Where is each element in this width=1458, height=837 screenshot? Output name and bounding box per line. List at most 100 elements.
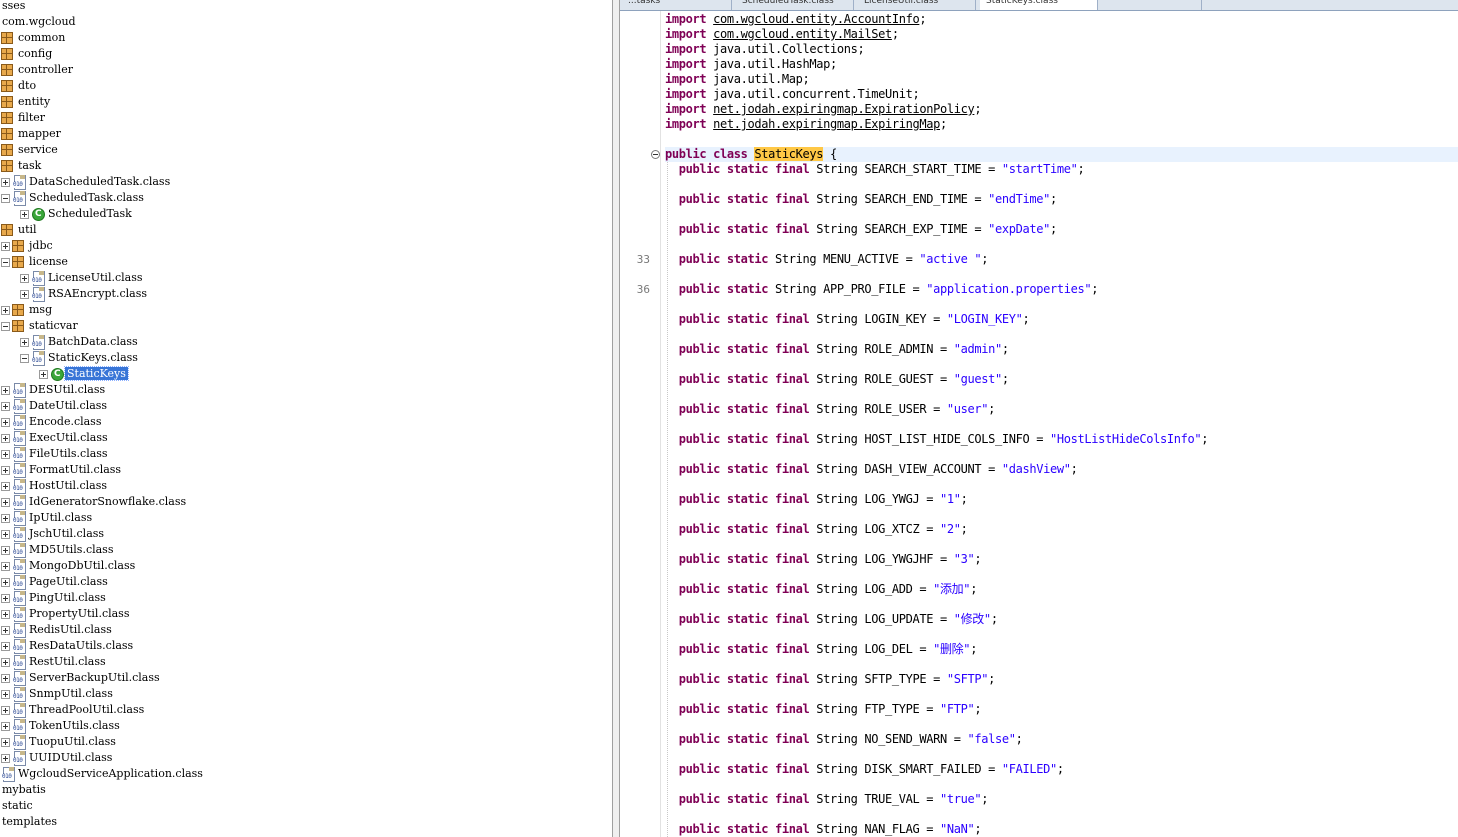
- code-line[interactable]: public static final String ROLE_ADMIN = …: [665, 342, 1458, 357]
- tree-row[interactable]: service: [0, 142, 60, 158]
- tree-row[interactable]: 010 UUIDUtil.class: [0, 750, 114, 766]
- blank-line[interactable]: [665, 657, 1458, 672]
- tree-row[interactable]: 010 JschUtil.class: [0, 526, 106, 542]
- code-line[interactable]: public static final String ROLE_USER = "…: [665, 402, 1458, 417]
- blank-line[interactable]: [665, 237, 1458, 252]
- expand-icon[interactable]: [38, 366, 49, 382]
- tree-row[interactable]: task: [0, 158, 43, 174]
- expand-icon[interactable]: [0, 414, 11, 430]
- tree-row[interactable]: templates: [0, 814, 59, 830]
- expand-icon[interactable]: [0, 574, 11, 590]
- blank-line[interactable]: [665, 297, 1458, 312]
- tree-row[interactable]: 010 LicenseUtil.class: [0, 270, 144, 286]
- expand-icon[interactable]: [0, 750, 11, 766]
- tree-row[interactable]: 010 PropertyUtil.class: [0, 606, 131, 622]
- blank-line[interactable]: [665, 132, 1458, 147]
- tree-row[interactable]: config: [0, 46, 54, 62]
- collapse-icon[interactable]: [0, 254, 11, 270]
- tree-row[interactable]: 010 ResDataUtils.class: [0, 638, 135, 654]
- code-line[interactable]: public static final String HOST_LIST_HID…: [665, 432, 1458, 447]
- tree-row[interactable]: 010 WgcloudServiceApplication.class: [0, 766, 205, 782]
- code-line[interactable]: import com.wgcloud.entity.MailSet;: [665, 27, 1458, 42]
- code-line[interactable]: import net.jodah.expiringmap.ExpiringMap…: [665, 117, 1458, 132]
- code-line[interactable]: public static final String NAN_FLAG = "N…: [665, 822, 1458, 837]
- expand-icon[interactable]: [19, 206, 30, 222]
- tree-row[interactable]: 010 ExecUtil.class: [0, 430, 110, 446]
- code-line[interactable]: public static final String LOG_ADD = "添加…: [665, 582, 1458, 597]
- code-line[interactable]: public static final String FTP_TYPE = "F…: [665, 702, 1458, 717]
- expand-icon[interactable]: [0, 670, 11, 686]
- tree-row[interactable]: 010 SnmpUtil.class: [0, 686, 115, 702]
- expand-icon[interactable]: [19, 270, 30, 286]
- tree-row[interactable]: 010 StaticKeys.class: [0, 350, 140, 366]
- tree-row[interactable]: license: [0, 254, 70, 270]
- code-line[interactable]: public static final String SFTP_TYPE = "…: [665, 672, 1458, 687]
- tree-row[interactable]: 010 DateUtil.class: [0, 398, 109, 414]
- tree-row[interactable]: 010 TokenUtils.class: [0, 718, 122, 734]
- tree-row[interactable]: 010 PageUtil.class: [0, 574, 110, 590]
- code-line[interactable]: public static final String SEARCH_END_TI…: [665, 192, 1458, 207]
- code-line[interactable]: import net.jodah.expiringmap.ExpirationP…: [665, 102, 1458, 117]
- blank-line[interactable]: [665, 417, 1458, 432]
- code-line[interactable]: public static final String TRUE_VAL = "t…: [665, 792, 1458, 807]
- expand-icon[interactable]: [0, 526, 11, 542]
- code-line[interactable]: public static final String SEARCH_EXP_TI…: [665, 222, 1458, 237]
- blank-line[interactable]: [665, 567, 1458, 582]
- tree-row[interactable]: mapper: [0, 126, 63, 142]
- tree-row[interactable]: 010 ScheduledTask.class: [0, 190, 146, 206]
- fold-collapse-icon[interactable]: [651, 150, 660, 159]
- blank-line[interactable]: [665, 177, 1458, 192]
- tree-row[interactable]: common: [0, 30, 67, 46]
- blank-line[interactable]: [665, 477, 1458, 492]
- collapse-icon[interactable]: [0, 318, 11, 334]
- expand-icon[interactable]: [0, 638, 11, 654]
- blank-line[interactable]: [665, 717, 1458, 732]
- tree-row[interactable]: msg: [0, 302, 54, 318]
- expand-icon[interactable]: [0, 446, 11, 462]
- tree-row[interactable]: filter: [0, 110, 47, 126]
- editor-tab[interactable]: ScheduledTask.class: [736, 0, 854, 10]
- expand-icon[interactable]: [0, 398, 11, 414]
- expand-icon[interactable]: [0, 702, 11, 718]
- expand-icon[interactable]: [0, 382, 11, 398]
- blank-line[interactable]: [665, 207, 1458, 222]
- expand-icon[interactable]: [0, 590, 11, 606]
- code-line[interactable]: public static final String LOG_XTCZ = "2…: [665, 522, 1458, 537]
- collapse-icon[interactable]: [19, 350, 30, 366]
- tree-row[interactable]: 010 PingUtil.class: [0, 590, 108, 606]
- code-line[interactable]: public static final String LOG_UPDATE = …: [665, 612, 1458, 627]
- code-line[interactable]: public static final String ROLE_GUEST = …: [665, 372, 1458, 387]
- editor-tab[interactable]: ...tasks: [622, 0, 732, 10]
- tree-row[interactable]: staticvar: [0, 318, 80, 334]
- expand-icon[interactable]: [0, 542, 11, 558]
- code-line[interactable]: public static final String LOGIN_KEY = "…: [665, 312, 1458, 327]
- editor-tab[interactable]: LicenseUtil.class: [858, 0, 976, 10]
- tree-row[interactable]: static: [0, 798, 35, 814]
- expand-icon[interactable]: [0, 238, 11, 254]
- code-line[interactable]: public static final String SEARCH_START_…: [665, 162, 1458, 177]
- expand-icon[interactable]: [19, 334, 30, 350]
- expand-icon[interactable]: [0, 734, 11, 750]
- tree-row[interactable]: sses: [0, 0, 27, 14]
- blank-line[interactable]: [665, 597, 1458, 612]
- tree-row[interactable]: 010 FormatUtil.class: [0, 462, 123, 478]
- tree-row[interactable]: dto: [0, 78, 38, 94]
- tree-row[interactable]: 010 DataScheduledTask.class: [0, 174, 172, 190]
- expand-icon[interactable]: [0, 510, 11, 526]
- code-area[interactable]: import com.wgcloud.entity.AccountInfo; im…: [665, 11, 1458, 837]
- expand-icon[interactable]: [0, 686, 11, 702]
- tree-row[interactable]: util: [0, 222, 39, 238]
- tree-row[interactable]: 010 RedisUtil.class: [0, 622, 114, 638]
- blank-line[interactable]: [665, 387, 1458, 402]
- expand-icon[interactable]: [0, 654, 11, 670]
- editor-tab[interactable]: [1102, 0, 1202, 10]
- code-line[interactable]: public static final String LOG_YWGJ = "1…: [665, 492, 1458, 507]
- collapse-icon[interactable]: [0, 190, 11, 206]
- tree-row[interactable]: 010 RSAEncrypt.class: [0, 286, 149, 302]
- tree-row[interactable]: 010 IpUtil.class: [0, 510, 94, 526]
- code-line[interactable]: public static final String LOG_DEL = "删除…: [665, 642, 1458, 657]
- tree-row[interactable]: entity: [0, 94, 52, 110]
- blank-line[interactable]: [665, 747, 1458, 762]
- tree-row[interactable]: 010 ServerBackupUtil.class: [0, 670, 162, 686]
- tree-row[interactable]: 010 DESUtil.class: [0, 382, 107, 398]
